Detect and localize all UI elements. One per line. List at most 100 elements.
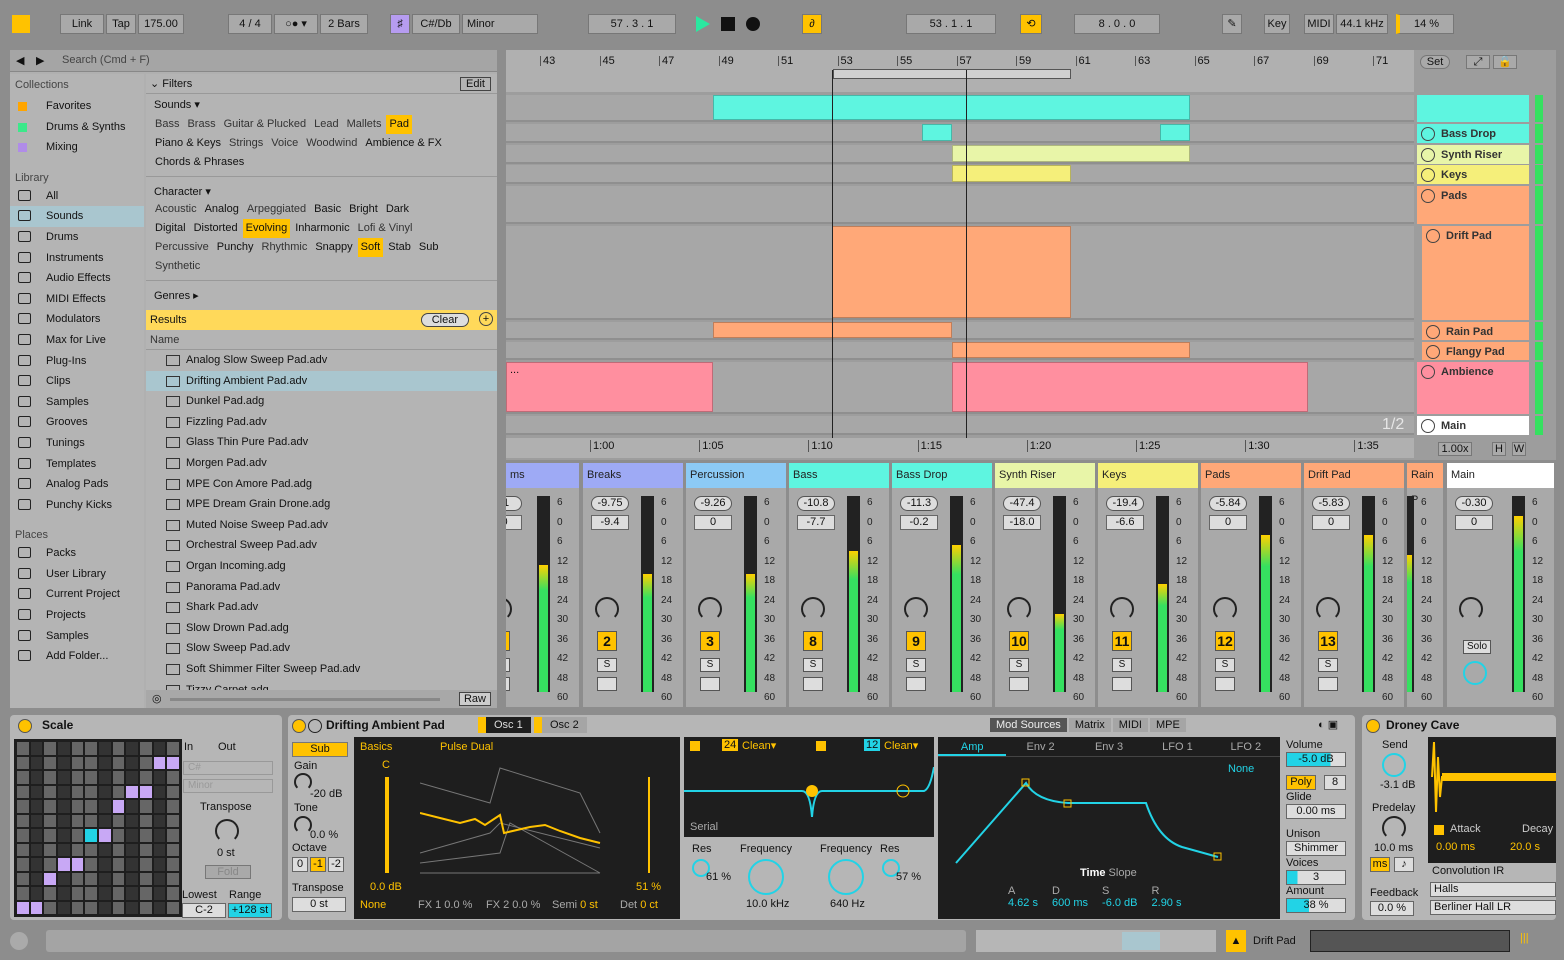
scale-cell[interactable] — [167, 829, 179, 842]
scale-cell[interactable] — [153, 814, 166, 827]
track-header-rain-pad[interactable]: Rain Pad — [1422, 322, 1529, 340]
solo-button[interactable]: S — [597, 658, 617, 672]
tap-button[interactable]: Tap — [106, 14, 136, 34]
device-on-toggle[interactable] — [292, 719, 306, 733]
track-activator[interactable]: 1 — [506, 631, 510, 651]
tab-midi[interactable]: MIDI — [1112, 718, 1148, 732]
volume-field[interactable]: -7.7 — [797, 515, 835, 530]
scale-cell[interactable] — [126, 756, 138, 769]
scale-cell[interactable] — [30, 901, 43, 914]
ir-category-select[interactable]: Halls — [1430, 882, 1556, 897]
scale-cell[interactable] — [153, 800, 166, 813]
shape-mod-select[interactable]: None — [360, 899, 386, 911]
volume-field[interactable]: 0 — [1209, 515, 1247, 530]
osc-category-select[interactable]: Basics — [360, 741, 392, 753]
strip-title[interactable]: Bass Drop — [892, 463, 992, 488]
scale-cell[interactable] — [30, 814, 43, 827]
level-meter[interactable] — [641, 496, 654, 692]
scale-cell[interactable] — [112, 742, 125, 755]
link-button[interactable]: Link — [60, 14, 104, 34]
scale-cell[interactable] — [140, 872, 152, 885]
play-icon[interactable] — [696, 16, 710, 32]
scale-cell[interactable] — [140, 901, 152, 914]
env-tab-env-2[interactable]: Env 2 — [1006, 737, 1074, 756]
semi-value[interactable]: 0 st — [580, 899, 598, 911]
character-filter[interactable]: Character ▾ — [146, 176, 497, 200]
sidebar-item-current-project[interactable]: Current Project — [10, 584, 144, 605]
scale-cell[interactable] — [112, 887, 125, 900]
result-item[interactable]: Analog Slow Sweep Pad.adv — [146, 350, 497, 371]
sidebar-item-samples[interactable]: Samples — [10, 626, 144, 647]
scale-cell[interactable] — [140, 800, 152, 813]
scale-cell[interactable] — [99, 887, 111, 900]
scale-cell[interactable] — [44, 742, 56, 755]
track-header-pads[interactable]: Pads — [1417, 186, 1529, 224]
scale-cell[interactable] — [167, 887, 179, 900]
track-header-synth-riser[interactable]: Synth Riser — [1417, 145, 1529, 164]
volume-field[interactable]: 0 — [1312, 515, 1350, 530]
overview-scrubber[interactable] — [976, 930, 1216, 952]
env-tab-lfo-1[interactable]: LFO 1 — [1143, 737, 1211, 756]
clip[interactable] — [922, 124, 952, 141]
env-tab-lfo-2[interactable]: LFO 2 — [1212, 737, 1280, 756]
solo-button[interactable]: S — [1112, 658, 1132, 672]
h-button[interactable]: H — [1492, 442, 1506, 456]
meter-icon[interactable]: ||| — [1520, 932, 1529, 944]
arm-button[interactable] — [803, 677, 823, 691]
voices-field[interactable]: 3 — [1286, 870, 1346, 885]
lock-button[interactable]: 🔒 — [1493, 55, 1517, 69]
arm-button[interactable] — [597, 677, 617, 691]
sidebar-item-analog-pads[interactable]: Analog Pads — [10, 474, 144, 495]
scale-cell[interactable] — [99, 785, 111, 798]
peak-level[interactable]: -5.83 — [1312, 496, 1350, 511]
scale-cell[interactable] — [58, 814, 70, 827]
device-on-toggle[interactable] — [1366, 719, 1380, 733]
sidebar-item-user-library[interactable]: User Library — [10, 564, 144, 585]
scale-cell[interactable] — [99, 771, 111, 784]
result-item[interactable]: Muted Noise Sweep Pad.adv — [146, 515, 497, 536]
filter-tag-voice[interactable]: Voice — [268, 134, 301, 153]
forward-icon[interactable]: ▶ — [36, 54, 44, 67]
solo-button[interactable]: S — [506, 658, 510, 672]
scale-cell[interactable] — [71, 858, 84, 871]
arm-button[interactable] — [1009, 677, 1029, 691]
track-lane-synth-riser[interactable] — [506, 145, 1414, 164]
scale-cell[interactable] — [153, 858, 166, 871]
scale-cell[interactable] — [167, 771, 179, 784]
osc-wave-select[interactable]: Pulse Dual — [440, 741, 493, 753]
filter2-type[interactable]: Clean▾ — [884, 739, 918, 752]
peak-level[interactable]: -10.8 — [797, 496, 835, 511]
pan-knob[interactable] — [595, 597, 619, 621]
scale-cell[interactable] — [99, 872, 111, 885]
scale-cell[interactable] — [126, 829, 138, 842]
scale-cell[interactable] — [126, 872, 138, 885]
track-lane-flangy-pad[interactable] — [506, 342, 1414, 360]
level-meter[interactable] — [1259, 496, 1272, 692]
track-header-ambience[interactable]: Ambience — [1417, 362, 1529, 414]
scale-cell[interactable] — [140, 742, 152, 755]
peak-level[interactable]: -11.3 — [900, 496, 938, 511]
result-item[interactable]: Slow Drown Pad.adg — [146, 618, 497, 639]
track-header-bass[interactable] — [1417, 95, 1529, 122]
filter-tag-acoustic[interactable]: Acoustic — [152, 200, 200, 219]
sidebar-item-sounds[interactable]: Sounds — [10, 206, 144, 227]
loop-start-field[interactable]: 53 . 1 . 1 — [906, 14, 996, 34]
scale-cell[interactable] — [167, 800, 179, 813]
solo-button[interactable]: S — [1318, 658, 1338, 672]
scale-cell[interactable] — [71, 829, 84, 842]
scale-cell[interactable] — [167, 814, 179, 827]
scale-cell[interactable] — [85, 814, 97, 827]
filter-tag-mallets[interactable]: Mallets — [344, 115, 385, 134]
scale-cell[interactable] — [153, 887, 166, 900]
result-item[interactable]: Morgen Pad.adv — [146, 453, 497, 474]
level-meter[interactable] — [847, 496, 860, 692]
scale-cell[interactable] — [153, 742, 166, 755]
voice-count-select[interactable]: 8 — [1324, 775, 1346, 790]
track-activator[interactable]: 12 — [1215, 631, 1235, 651]
tempo-field[interactable]: 175.00 — [138, 14, 184, 34]
scale-cell[interactable] — [58, 872, 70, 885]
track-header-main[interactable]: Main — [1417, 416, 1529, 435]
fx2-value[interactable]: FX 2 0.0 % — [486, 899, 540, 911]
track-lane-rain-pad[interactable] — [506, 322, 1414, 340]
browser-search-bar[interactable]: ◀ ▶ Search (Cmd + F) — [10, 50, 497, 72]
